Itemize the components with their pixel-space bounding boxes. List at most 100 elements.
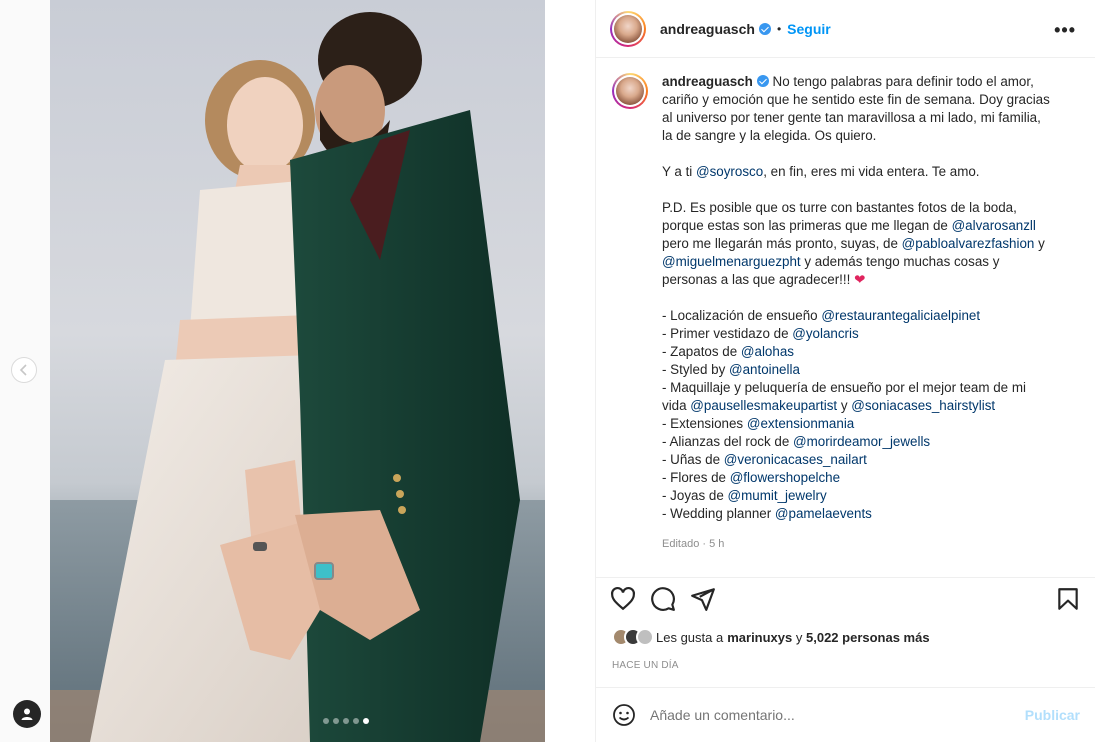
comment-bar: Publicar	[596, 688, 1095, 742]
chevron-left-icon	[19, 364, 27, 376]
caption-line: No tengo palabras para definir todo el a…	[772, 74, 1034, 89]
mention-link[interactable]: @extensionmania	[747, 416, 854, 431]
caption-line: y	[1034, 236, 1045, 251]
carousel-dot[interactable]	[333, 718, 339, 724]
carousel-dot-active[interactable]	[363, 718, 369, 724]
caption-line: personas a las que agradecer!!!	[662, 272, 855, 287]
emoji-icon[interactable]	[612, 703, 636, 727]
liker-username[interactable]: marinuxys	[727, 630, 792, 645]
more-options-icon[interactable]: •••	[1054, 20, 1076, 41]
carousel-dot[interactable]	[323, 718, 329, 724]
credit-item: - Extensiones @extensionmania	[662, 415, 1080, 433]
credit-item: - Joyas de @mumit_jewelry	[662, 487, 1080, 505]
caption-line: P.D. Es posible que os turre con bastant…	[662, 200, 1017, 215]
caption-username[interactable]: andreaguasch	[662, 74, 753, 89]
caption-line: porque estas son las primeras que me lle…	[662, 218, 952, 233]
mention-link[interactable]: @alvarosanzll	[952, 218, 1036, 233]
carousel-dot[interactable]	[353, 718, 359, 724]
credit-label: - Zapatos de	[662, 344, 741, 359]
caption-line: , en fin, eres mi vida entera. Te amo.	[763, 164, 980, 179]
post-username[interactable]: andreaguasch	[660, 21, 755, 37]
credit-item: - Styled by @antoinella	[662, 361, 1080, 379]
verified-icon	[758, 22, 771, 35]
credit-label: - Localización de ensueño	[662, 308, 822, 323]
caption-line: y	[837, 398, 852, 413]
edited-timestamp: Editado · 5 h	[662, 538, 725, 550]
credit-item: - Uñas de @veronicacases_nailart	[662, 451, 1080, 469]
post-timestamp[interactable]: HACE UN DÍA	[612, 660, 679, 671]
likes-count[interactable]: 5,022 personas más	[806, 630, 930, 645]
caption-line: cariño y emoción que he sentido este fin…	[662, 92, 1050, 107]
likes-row: Les gusta a marinuxys y 5,022 personas m…	[612, 628, 930, 646]
caption-text: andreaguasch No tengo palabras para defi…	[662, 73, 1080, 563]
credit-label: - Styled by	[662, 362, 729, 377]
caption-line: vida	[662, 398, 691, 413]
bookmark-icon	[1058, 588, 1078, 610]
credit-label: - Uñas de	[662, 452, 724, 467]
verified-icon	[756, 75, 769, 87]
credit-label: - Wedding planner	[662, 506, 775, 521]
credit-label: - Maquillaje y peluquería de ensueño por…	[662, 380, 1026, 395]
credit-item: - Alianzas del rock de @morirdeamor_jewe…	[662, 433, 1080, 451]
mention-link[interactable]: @yolancris	[792, 326, 858, 341]
share-icon[interactable]	[690, 586, 716, 612]
heart-icon[interactable]	[610, 586, 636, 612]
wedding-couple-photo	[50, 12, 545, 742]
credit-item: - Maquillaje y peluquería de ensueño por…	[662, 379, 1080, 397]
previous-post-button[interactable]	[11, 357, 37, 383]
caption-line: Y a ti	[662, 164, 696, 179]
post-photo[interactable]	[50, 0, 545, 742]
post-side-panel: andreaguasch • Seguir ••• andreaguasch N…	[595, 0, 1095, 742]
carousel-indicator	[323, 718, 369, 724]
carousel-dot[interactable]	[343, 718, 349, 724]
post-header: andreaguasch • Seguir •••	[596, 0, 1095, 58]
mention-link[interactable]: @restaurantegaliciaelpinet	[821, 308, 980, 323]
follow-button[interactable]: Seguir	[787, 21, 831, 37]
mention-link[interactable]: @pamelaevents	[775, 506, 872, 521]
credits-list: - Extensiones @extensionmania - Alianzas …	[662, 415, 1080, 523]
divider	[596, 577, 1095, 578]
mention-link[interactable]: @morirdeamor_jewells	[793, 434, 930, 449]
mention-link[interactable]: @pausellesmakeupartist	[690, 398, 837, 413]
likes-prefix: Les gusta a	[656, 629, 724, 645]
mention-link[interactable]: @veronicacases_nailart	[724, 452, 867, 467]
mention-link[interactable]: @alohas	[741, 344, 794, 359]
mention-link[interactable]: @miguelmenarguezpht	[662, 254, 801, 269]
save-button[interactable]	[1055, 586, 1081, 617]
credit-item: - Wedding planner @pamelaevents	[662, 505, 1080, 523]
mention-link[interactable]: @pabloalvarezfashion	[902, 236, 1035, 251]
credit-item: - Flores de @flowershopelche	[662, 469, 1080, 487]
comment-icon[interactable]	[650, 586, 676, 612]
credit-label: - Alianzas del rock de	[662, 434, 793, 449]
credits-list: - Localización de ensueño @restaurantega…	[662, 307, 1080, 397]
credit-label: - Primer vestidazo de	[662, 326, 793, 341]
avatar	[614, 14, 642, 43]
credit-item: - Primer vestidazo de @yolancris	[662, 325, 1080, 343]
mention-link[interactable]: @mumit_jewelry	[728, 488, 827, 503]
mention-link[interactable]: @antoinella	[729, 362, 800, 377]
separator-dot: •	[776, 21, 782, 36]
action-bar	[610, 586, 716, 612]
comment-input[interactable]	[650, 707, 1025, 723]
avatar	[616, 77, 644, 105]
credit-item: - Zapatos de @alohas	[662, 343, 1080, 361]
caption-line: pero me llegarán más pronto, suyas, de	[662, 236, 902, 251]
caption-line: y además tengo muchas cosas y	[800, 254, 1000, 269]
likes-middle: y	[792, 629, 806, 645]
mention-link[interactable]: @flowershopelche	[730, 470, 840, 485]
caption-line: la de sangre y la elegida. Os quiero.	[662, 128, 877, 143]
heart-emoji: ❤	[854, 272, 866, 287]
caption-avatar[interactable]	[612, 73, 648, 109]
left-gutter	[0, 0, 50, 742]
caption-line: al universo por tener gente tan maravill…	[662, 110, 1041, 125]
story-ring[interactable]	[610, 10, 646, 47]
mention-link[interactable]: @soyrosco	[696, 164, 763, 179]
user-icon[interactable]	[13, 700, 41, 728]
credit-label: - Flores de	[662, 470, 730, 485]
liker-avatars[interactable]	[612, 628, 654, 646]
credit-item: - Localización de ensueño @restaurantega…	[662, 307, 1080, 325]
credit-label: - Extensiones	[662, 416, 747, 431]
publish-button[interactable]: Publicar	[1025, 707, 1080, 723]
caption-area: andreaguasch No tengo palabras para defi…	[596, 59, 1095, 577]
mention-link[interactable]: @soniacases_hairstylist	[851, 398, 995, 413]
